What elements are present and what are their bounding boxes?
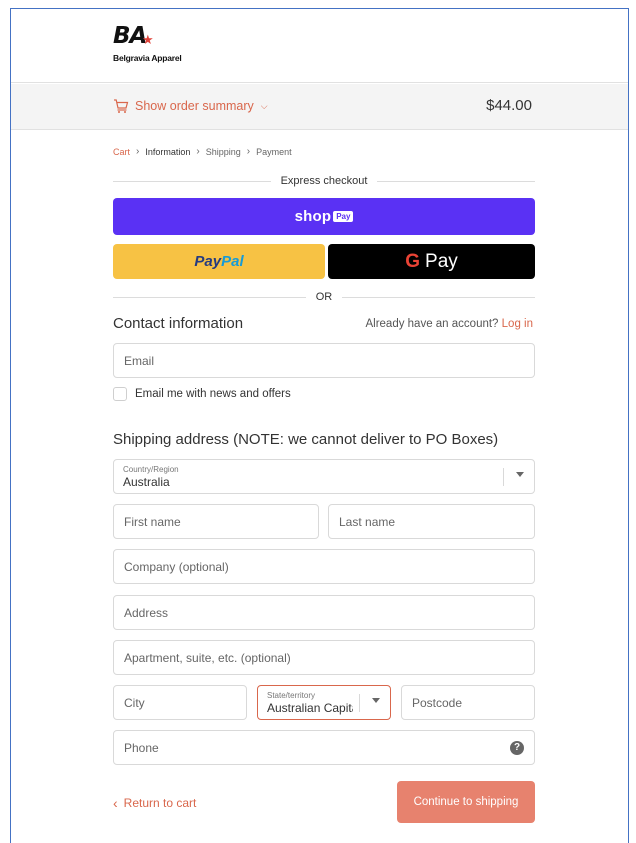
- postcode-placeholder: Postcode: [412, 696, 463, 710]
- account-prompt-text: Already have an account?: [365, 318, 499, 330]
- newsletter-option: Email me with news and offers: [113, 387, 291, 401]
- chevron-right-icon: ›: [136, 146, 140, 157]
- paypal-wordmark-pay: Pay: [194, 253, 222, 270]
- chevron-down-icon: ⌵: [260, 100, 268, 111]
- site-header: BA ★ Belgravia Apparel: [11, 9, 628, 83]
- summary-toggle-label: Show order summary: [135, 99, 254, 113]
- country-value: Australia: [123, 475, 170, 489]
- caret-down-icon: [372, 698, 380, 703]
- breadcrumb: Cart › Information › Shipping › Payment: [113, 146, 292, 157]
- newsletter-checkbox[interactable]: [113, 387, 127, 401]
- apartment-placeholder: Apartment, suite, etc. (optional): [124, 651, 291, 665]
- chevron-right-icon: ›: [246, 146, 251, 157]
- log-in-link[interactable]: Log in: [502, 318, 533, 330]
- express-checkout-label: Express checkout: [280, 175, 368, 187]
- company-placeholder: Company (optional): [124, 560, 229, 574]
- continue-to-shipping-label: Continue to shipping: [413, 796, 519, 808]
- email-placeholder: Email: [124, 354, 155, 368]
- postcode-field[interactable]: Postcode: [401, 685, 535, 720]
- continue-to-shipping-button[interactable]: Continue to shipping: [397, 781, 535, 823]
- google-pay-label: Pay: [425, 250, 458, 272]
- phone-placeholder: Phone: [124, 741, 159, 755]
- order-total: $44.00: [486, 97, 532, 114]
- state-select[interactable]: State/territory Australian Capital Te: [257, 685, 391, 720]
- google-pay-button[interactable]: G Pay: [328, 244, 535, 279]
- email-field[interactable]: Email: [113, 343, 535, 378]
- brand-logo[interactable]: BA ★ Belgravia Apparel: [113, 23, 203, 65]
- apartment-field[interactable]: Apartment, suite, etc. (optional): [113, 640, 535, 675]
- breadcrumb-cart[interactable]: Cart: [113, 147, 130, 157]
- newsletter-label: Email me with news and offers: [135, 388, 291, 400]
- google-g-icon: G: [405, 250, 421, 272]
- cart-icon: [114, 99, 129, 113]
- express-checkout-divider: Express checkout: [113, 175, 535, 187]
- chevron-left-icon: ‹: [113, 795, 118, 811]
- checkout-page: BA ★ Belgravia Apparel Show order summar…: [10, 8, 629, 843]
- state-value: Australian Capital Te: [267, 701, 353, 715]
- address-placeholder: Address: [124, 606, 169, 620]
- shop-pay-wordmark: shop: [294, 208, 332, 225]
- state-label: State/territory: [267, 691, 316, 700]
- last-name-placeholder: Last name: [339, 515, 396, 529]
- logo-text: Belgravia Apparel: [113, 53, 182, 63]
- return-to-cart-label: Return to cart: [123, 796, 197, 810]
- address-field[interactable]: Address: [113, 595, 535, 630]
- help-icon[interactable]: ?: [510, 741, 524, 755]
- phone-field[interactable]: Phone ?: [113, 730, 535, 765]
- order-summary-bar: Show order summary ⌵ $44.00: [11, 84, 628, 130]
- shipping-address-title: Shipping address (NOTE: we cannot delive…: [113, 431, 499, 448]
- first-name-placeholder: First name: [124, 515, 181, 529]
- select-separator: [503, 468, 504, 486]
- paypal-wordmark-pal: Pal: [221, 253, 244, 270]
- first-name-field[interactable]: First name: [113, 504, 319, 539]
- or-label: OR: [315, 291, 333, 303]
- country-label: Country/Region: [123, 465, 179, 474]
- company-field[interactable]: Company (optional): [113, 549, 535, 584]
- shop-pay-badge: Pay: [333, 211, 354, 222]
- star-icon: ★: [142, 32, 154, 47]
- or-divider: OR: [113, 291, 535, 303]
- paypal-button[interactable]: Pay Pal: [113, 244, 325, 279]
- shop-pay-button[interactable]: shop Pay: [113, 198, 535, 235]
- chevron-right-icon: ›: [196, 146, 200, 157]
- city-placeholder: City: [124, 696, 145, 710]
- caret-down-icon: [516, 472, 524, 477]
- last-name-field[interactable]: Last name: [328, 504, 535, 539]
- show-order-summary-toggle[interactable]: Show order summary ⌵: [113, 98, 268, 114]
- breadcrumb-shipping: Shipping: [205, 146, 241, 157]
- contact-information-title: Contact information: [113, 315, 244, 332]
- login-prompt: Already have an account? Log in: [365, 318, 533, 330]
- breadcrumb-payment: Payment: [256, 146, 292, 157]
- breadcrumb-information: Information: [145, 146, 191, 157]
- return-to-cart-link[interactable]: ‹ Return to cart: [113, 795, 196, 811]
- country-select[interactable]: Country/Region Australia: [113, 459, 535, 494]
- city-field[interactable]: City: [113, 685, 247, 720]
- select-separator: [359, 694, 360, 712]
